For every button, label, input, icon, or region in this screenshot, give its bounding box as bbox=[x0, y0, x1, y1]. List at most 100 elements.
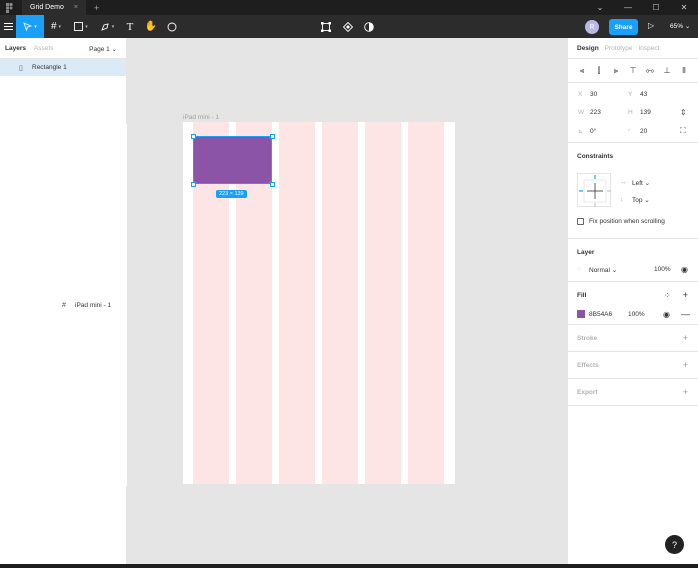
independent-corners-icon[interactable]: ⛶ bbox=[680, 126, 686, 136]
y-value: 43 bbox=[640, 91, 648, 98]
tab-assets[interactable]: Assets bbox=[34, 45, 54, 52]
h-field[interactable]: H 139 bbox=[628, 109, 651, 116]
grid-column bbox=[365, 122, 401, 484]
layer-label: Rectangle 1 bbox=[32, 64, 67, 71]
grid-column bbox=[408, 122, 444, 484]
resize-handle[interactable] bbox=[191, 182, 196, 187]
present-play-icon[interactable]: ▷ bbox=[648, 21, 654, 30]
figma-logo-icon[interactable] bbox=[4, 2, 14, 13]
tab-inspect[interactable]: Inspect bbox=[639, 45, 660, 52]
tab-design[interactable]: Design bbox=[577, 45, 599, 52]
remove-fill-icon[interactable]: — bbox=[681, 309, 690, 319]
rectangle-icon: ▯ bbox=[19, 64, 23, 72]
move-tool-button[interactable]: ▾ bbox=[16, 15, 44, 38]
constraints-title: Constraints bbox=[577, 153, 614, 160]
constraints-widget[interactable] bbox=[577, 173, 611, 207]
radius-field[interactable]: ◜ 20 bbox=[628, 127, 647, 135]
radius-value: 20 bbox=[640, 128, 648, 135]
help-button[interactable]: ? bbox=[665, 535, 684, 554]
page-selector[interactable]: Page 1 ⌄ bbox=[89, 45, 117, 53]
effects-section: Effects + bbox=[568, 352, 698, 379]
fill-swatch[interactable] bbox=[577, 310, 585, 318]
main-menu-icon[interactable] bbox=[0, 15, 16, 38]
rotation-field[interactable]: ⊾ 0° bbox=[578, 127, 596, 135]
comment-tool-button[interactable] bbox=[162, 15, 182, 38]
x-field[interactable]: X 30 bbox=[578, 91, 597, 98]
align-left-icon[interactable]: ⫷ bbox=[577, 66, 587, 76]
dimension-badge: 223 × 139 bbox=[216, 190, 247, 198]
hand-icon: ✋ bbox=[144, 21, 158, 32]
rotation-icon: ⊾ bbox=[578, 128, 584, 135]
h-label: H bbox=[628, 109, 633, 116]
w-field[interactable]: W 223 bbox=[578, 109, 601, 116]
hand-tool-button[interactable]: ✋ bbox=[140, 15, 162, 38]
y-field[interactable]: Y 43 bbox=[628, 91, 647, 98]
text-tool-button[interactable]: T bbox=[120, 15, 140, 38]
file-tab[interactable]: Grid Demo × bbox=[22, 0, 86, 15]
layer-title: Layer bbox=[577, 249, 595, 256]
frame-icon: # bbox=[50, 21, 57, 32]
fill-opacity[interactable]: 100% bbox=[628, 311, 645, 318]
text-icon: T bbox=[126, 20, 134, 33]
component-icon[interactable] bbox=[341, 15, 355, 38]
title-bar: Grid Demo × + ⌄ — ☐ ✕ bbox=[0, 0, 698, 15]
tab-prototype[interactable]: Prototype bbox=[605, 45, 633, 52]
resize-handle[interactable] bbox=[191, 134, 196, 139]
close-tab-icon[interactable]: × bbox=[74, 4, 78, 11]
layer-label: iPad mini - 1 bbox=[75, 301, 112, 309]
x-label: X bbox=[578, 91, 583, 98]
add-fill-icon[interactable]: + bbox=[683, 290, 688, 300]
frame-tool-button[interactable]: # ▾ bbox=[44, 15, 68, 38]
minimize-icon[interactable]: — bbox=[614, 3, 642, 12]
rectangle-icon bbox=[74, 22, 84, 31]
bottom-bar bbox=[0, 564, 698, 568]
style-grid-icon[interactable]: ⁘ bbox=[664, 291, 671, 300]
fill-hex[interactable]: 8B54A6 bbox=[589, 311, 612, 318]
add-tab-icon[interactable]: + bbox=[94, 3, 99, 13]
cursor-icon bbox=[23, 22, 33, 31]
visibility-eye-icon[interactable]: ◉ bbox=[681, 265, 688, 274]
add-export-icon[interactable]: + bbox=[683, 387, 688, 397]
align-v-center-icon[interactable]: ⧟ bbox=[645, 66, 655, 76]
canvas[interactable]: iPad mini - 1 223 × 139 bbox=[127, 38, 567, 564]
shape-tool-button[interactable]: ▾ bbox=[68, 15, 94, 38]
align-right-icon[interactable]: ⫸ bbox=[611, 66, 621, 76]
file-tab-label: Grid Demo bbox=[30, 4, 64, 11]
fix-position-label: Fix position when scrolling bbox=[589, 218, 665, 225]
vertical-constraint-select[interactable]: Top ⌄ bbox=[632, 196, 650, 204]
align-bottom-icon[interactable]: ⊥ bbox=[662, 66, 672, 75]
frame-label[interactable]: iPad mini - 1 bbox=[183, 114, 219, 121]
comment-icon bbox=[167, 22, 177, 31]
share-button[interactable]: Share bbox=[609, 19, 638, 35]
layer-row-rectangle[interactable]: ▯ Rectangle 1 bbox=[0, 59, 126, 76]
add-effect-icon[interactable]: + bbox=[683, 360, 688, 370]
resize-handle[interactable] bbox=[270, 134, 275, 139]
close-window-icon[interactable]: ✕ bbox=[670, 3, 698, 12]
right-panel-tabs: Design Prototype Inspect bbox=[568, 38, 698, 59]
zoom-dropdown[interactable]: 65% ⌄ bbox=[670, 22, 690, 30]
distribute-icon[interactable]: ⦀ bbox=[679, 66, 689, 76]
resize-handle[interactable] bbox=[270, 182, 275, 187]
tab-layers[interactable]: Layers bbox=[5, 45, 26, 52]
vertical-constraint-icon: ↕ bbox=[620, 196, 624, 203]
horizontal-constraint-select[interactable]: Left ⌄ bbox=[632, 179, 650, 187]
pen-tool-button[interactable]: ▾ bbox=[94, 15, 120, 38]
mask-icon[interactable] bbox=[362, 15, 376, 38]
user-avatar[interactable]: R bbox=[585, 20, 599, 34]
maximize-icon[interactable]: ☐ bbox=[642, 3, 670, 12]
menu-caret-icon[interactable]: ⌄ bbox=[586, 3, 614, 12]
align-h-center-icon[interactable]: ⫿ bbox=[594, 66, 604, 76]
component-frame-icon[interactable] bbox=[319, 15, 333, 38]
add-stroke-icon[interactable]: + bbox=[683, 333, 688, 343]
align-top-icon[interactable]: ⊤ bbox=[628, 66, 638, 75]
frame-icon: # bbox=[62, 301, 66, 309]
fix-position-checkbox[interactable] bbox=[577, 218, 584, 225]
fill-visibility-eye-icon[interactable]: ◉ bbox=[663, 310, 670, 319]
grid-column bbox=[322, 122, 358, 484]
blend-mode-select[interactable]: Normal ⌄ bbox=[589, 266, 617, 274]
constrain-proportions-icon[interactable]: ⇕ bbox=[680, 108, 687, 117]
y-label: Y bbox=[628, 91, 633, 98]
selection-box bbox=[193, 136, 272, 184]
window-controls: ⌄ — ☐ ✕ bbox=[586, 0, 698, 15]
layer-opacity[interactable]: 100% bbox=[654, 266, 671, 273]
